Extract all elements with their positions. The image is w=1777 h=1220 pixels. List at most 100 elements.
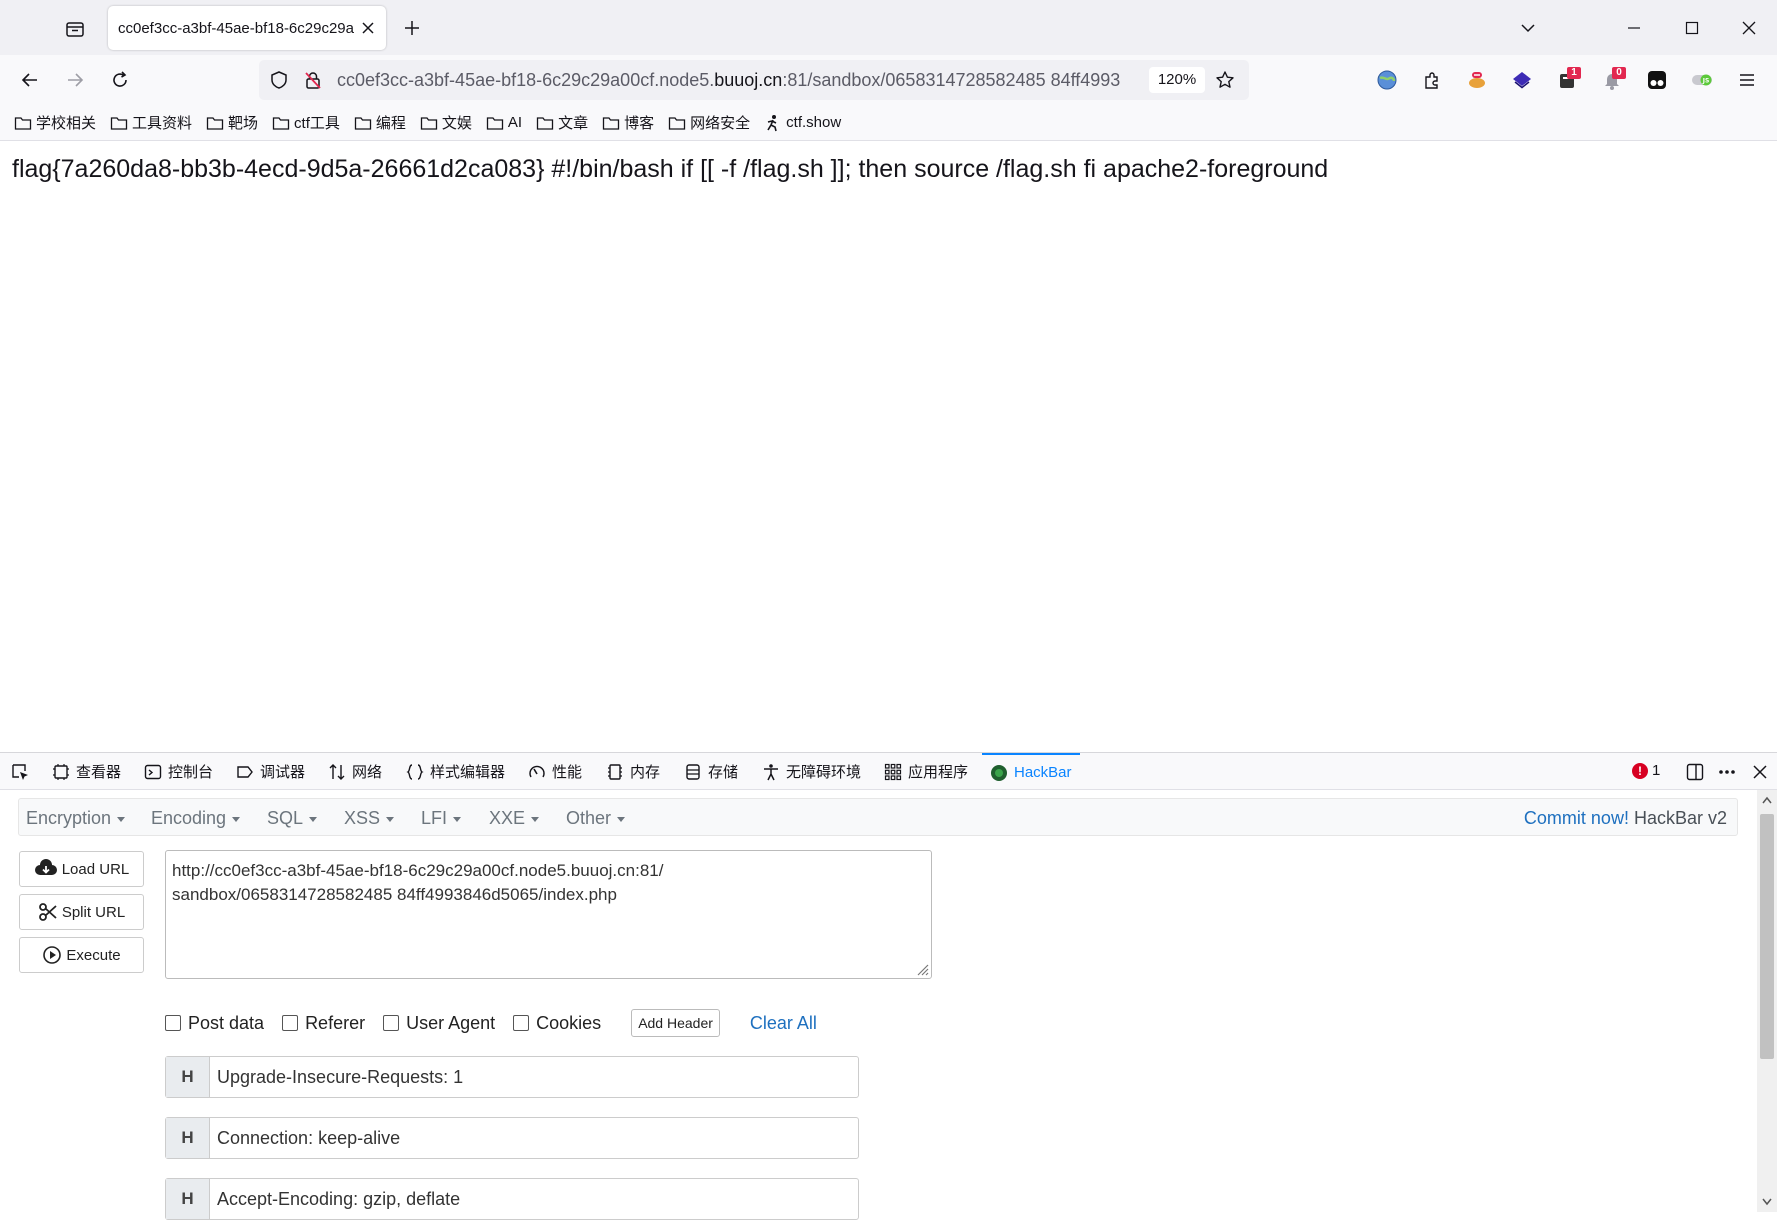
tab-application[interactable]: 应用程序 — [884, 753, 968, 790]
network-arrows-icon — [329, 763, 345, 780]
scroll-up-arrow-icon[interactable] — [1762, 796, 1772, 804]
extension-js-toggle[interactable]: JS — [1687, 65, 1717, 95]
new-tab-button[interactable] — [398, 14, 426, 42]
menu-xxe[interactable]: XXE — [489, 808, 539, 829]
bookmark-link[interactable]: ctf.show — [764, 114, 841, 132]
close-window-button[interactable] — [1735, 14, 1763, 42]
cookies-option[interactable]: Cookies — [513, 1013, 601, 1034]
bookmark-folder[interactable]: 博客 — [602, 112, 654, 133]
bookmark-folder[interactable]: 网络安全 — [668, 112, 750, 133]
header-input[interactable]: Upgrade-Insecure-Requests: 1 — [210, 1057, 463, 1097]
list-all-tabs-button[interactable] — [1514, 14, 1542, 42]
bookmark-folder[interactable]: 文娱 — [420, 112, 472, 133]
menu-other[interactable]: Other — [566, 808, 625, 829]
close-tab-icon[interactable] — [360, 20, 376, 36]
extension-globe[interactable] — [1372, 65, 1402, 95]
menu-sql[interactable]: SQL — [267, 808, 317, 829]
bookmark-label: 编程 — [375, 115, 406, 132]
forward-button[interactable] — [60, 65, 90, 95]
scrollbar-thumb[interactable] — [1760, 814, 1774, 1059]
referer-option[interactable]: Referer — [282, 1013, 365, 1034]
button-label: Split URL — [61, 903, 126, 921]
minimize-button[interactable] — [1620, 14, 1648, 42]
devtools-more-button[interactable] — [1717, 753, 1743, 790]
bookmark-folder[interactable]: 靶场 — [206, 112, 258, 133]
close-devtools-button[interactable] — [1752, 753, 1774, 790]
tab-style-editor[interactable]: 样式编辑器 — [406, 753, 505, 790]
header-row: H Accept-Encoding: gzip, deflate — [165, 1178, 859, 1220]
bookmark-folder[interactable]: ctf工具 — [272, 112, 340, 133]
bookmark-folder[interactable]: 工具资料 — [110, 112, 192, 133]
puzzle-icon — [1425, 72, 1438, 89]
back-button[interactable] — [15, 65, 45, 95]
extension-bell[interactable]: 0 — [1597, 65, 1627, 95]
bookmark-folder[interactable]: 学校相关 — [14, 112, 96, 133]
header-toggle[interactable]: H — [166, 1179, 210, 1219]
menu-lfi[interactable]: LFI — [421, 808, 461, 829]
bookmark-folder[interactable]: 编程 — [354, 112, 406, 133]
app-grid-icon — [884, 763, 902, 780]
tab-storage[interactable]: 存储 — [684, 753, 738, 790]
error-count-value: 1 — [1652, 762, 1661, 779]
scroll-down-arrow-icon[interactable] — [1762, 1198, 1772, 1206]
user-agent-option[interactable]: User Agent — [383, 1013, 495, 1034]
folder-icon — [486, 116, 504, 130]
tab-accessibility[interactable]: 无障碍环境 — [762, 753, 861, 790]
page-content: flag{7a260da8-bb3b-4ecd-9d5a-26661d2ca08… — [0, 141, 1777, 752]
element-picker-button[interactable] — [10, 753, 36, 790]
tab-list-button[interactable] — [60, 14, 90, 44]
extension-tampermonkey[interactable] — [1642, 65, 1672, 95]
tab-hackbar[interactable]: HackBar — [982, 753, 1080, 790]
menu-xss[interactable]: XSS — [344, 808, 394, 829]
add-header-button[interactable]: Add Header — [631, 1009, 720, 1037]
tab-inspector[interactable]: 查看器 — [52, 753, 121, 790]
browser-tab[interactable]: cc0ef3cc-a3bf-45ae-bf18-6c29c29a00cf.nod… — [108, 6, 386, 50]
insecure-lock-icon[interactable] — [303, 70, 323, 90]
extension-notes[interactable]: 1 — [1552, 65, 1582, 95]
button-label: Execute — [66, 946, 121, 964]
tab-performance[interactable]: 性能 — [528, 753, 582, 790]
header-input[interactable]: Accept-Encoding: gzip, deflate — [210, 1179, 460, 1219]
dock-mode-button[interactable] — [1685, 753, 1711, 790]
referer-checkbox[interactable] — [282, 1015, 299, 1031]
extensions-button[interactable] — [1417, 65, 1447, 95]
execute-button[interactable]: Execute — [19, 937, 144, 973]
url-bar[interactable]: cc0ef3cc-a3bf-45ae-bf18-6c29c29a00cf.nod… — [259, 60, 1249, 100]
resize-grip-icon[interactable] — [915, 962, 929, 976]
header-toggle[interactable]: H — [166, 1118, 210, 1158]
tab-console[interactable]: 控制台 — [144, 753, 213, 790]
post-data-option[interactable]: Post data — [165, 1013, 264, 1034]
devtools-scrollbar[interactable] — [1757, 790, 1777, 1212]
header-input[interactable]: Connection: keep-alive — [210, 1118, 400, 1158]
url-text[interactable]: cc0ef3cc-a3bf-45ae-bf18-6c29c29a00cf.nod… — [337, 70, 1143, 91]
reload-button[interactable] — [105, 65, 135, 95]
app-menu-button[interactable] — [1732, 65, 1762, 95]
bookmark-folder[interactable]: AI — [486, 114, 522, 131]
tab-label: 查看器 — [76, 764, 122, 781]
split-url-button[interactable]: Split URL — [19, 894, 144, 930]
header-toggle[interactable]: H — [166, 1057, 210, 1097]
shield-icon[interactable] — [269, 70, 289, 90]
folder-icon — [14, 116, 32, 130]
error-count[interactable]: ! 1 — [1632, 762, 1660, 779]
commit-now-link[interactable]: Commit now! — [1524, 808, 1629, 828]
extension-layers[interactable] — [1507, 65, 1537, 95]
bowl-icon — [1469, 72, 1485, 88]
scissors-icon — [38, 903, 57, 921]
post-data-checkbox[interactable] — [165, 1015, 181, 1031]
bookmark-folder[interactable]: 文章 — [536, 112, 588, 133]
menu-encoding[interactable]: Encoding — [151, 808, 240, 829]
tab-memory[interactable]: 内存 — [606, 753, 660, 790]
clear-all-link[interactable]: Clear All — [750, 1013, 817, 1034]
hackbar-url-textarea[interactable]: http://cc0ef3cc-a3bf-45ae-bf18-6c29c29a0… — [165, 850, 932, 979]
extension-hackbar-bowl[interactable] — [1462, 65, 1492, 95]
tab-network[interactable]: 网络 — [328, 753, 382, 790]
bookmark-star-icon[interactable] — [1215, 70, 1235, 90]
menu-encryption[interactable]: Encryption — [26, 808, 125, 829]
load-url-button[interactable]: Load URL — [19, 851, 144, 887]
cookies-checkbox[interactable] — [513, 1015, 530, 1031]
zoom-level[interactable]: 120% — [1149, 67, 1205, 93]
maximize-button[interactable] — [1678, 14, 1706, 42]
user-agent-checkbox[interactable] — [383, 1015, 400, 1031]
tab-debugger[interactable]: 调试器 — [236, 753, 305, 790]
